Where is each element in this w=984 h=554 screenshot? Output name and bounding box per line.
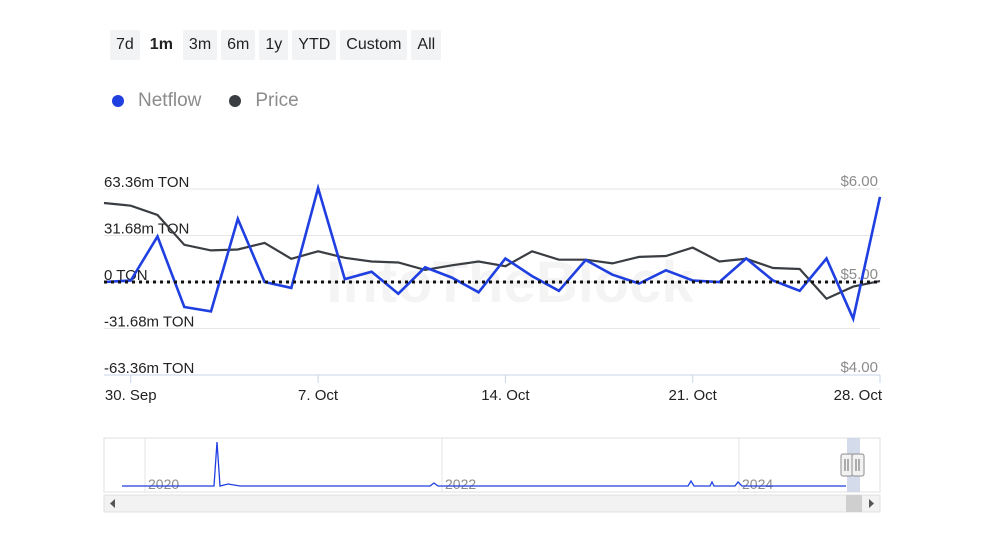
netflow-price-chart: IntoTheBlock 63.36m TON31.68m TON0 TON-3… xyxy=(103,173,883,513)
left-tick-label: -31.68m TON xyxy=(104,314,194,331)
navigator-right-handle[interactable] xyxy=(851,453,865,477)
x-tick-label: 14. Oct xyxy=(481,387,530,404)
navigator-year-label: 2024 xyxy=(742,476,773,492)
right-tick-label: $4.00 xyxy=(840,359,878,376)
x-tick-label: 28. Oct xyxy=(834,387,883,404)
scrollbar-track[interactable] xyxy=(103,494,881,513)
x-tick-label: 30. Sep xyxy=(105,387,157,404)
navigator-year-label: 2022 xyxy=(445,476,476,492)
left-tick-label: -63.36m TON xyxy=(104,360,194,377)
right-tick-label: $6.00 xyxy=(840,173,878,190)
navigator: 2020 2022 2024 xyxy=(103,437,881,513)
right-tick-label: $5.00 xyxy=(840,266,878,283)
scrollbar-thumb[interactable] xyxy=(846,495,862,512)
navigator-year-label: 2020 xyxy=(148,476,179,492)
navigator-left-handle[interactable] xyxy=(840,453,854,477)
x-axis: 30. Sep 7. Oct 14. Oct 21. Oct 28. Oct xyxy=(104,374,883,404)
x-tick-label: 7. Oct xyxy=(298,387,339,404)
left-tick-label: 63.36m TON xyxy=(104,174,189,191)
right-axis-ticks: $6.00 $5.00 $4.00 xyxy=(840,173,878,376)
x-tick-label: 21. Oct xyxy=(669,387,718,404)
